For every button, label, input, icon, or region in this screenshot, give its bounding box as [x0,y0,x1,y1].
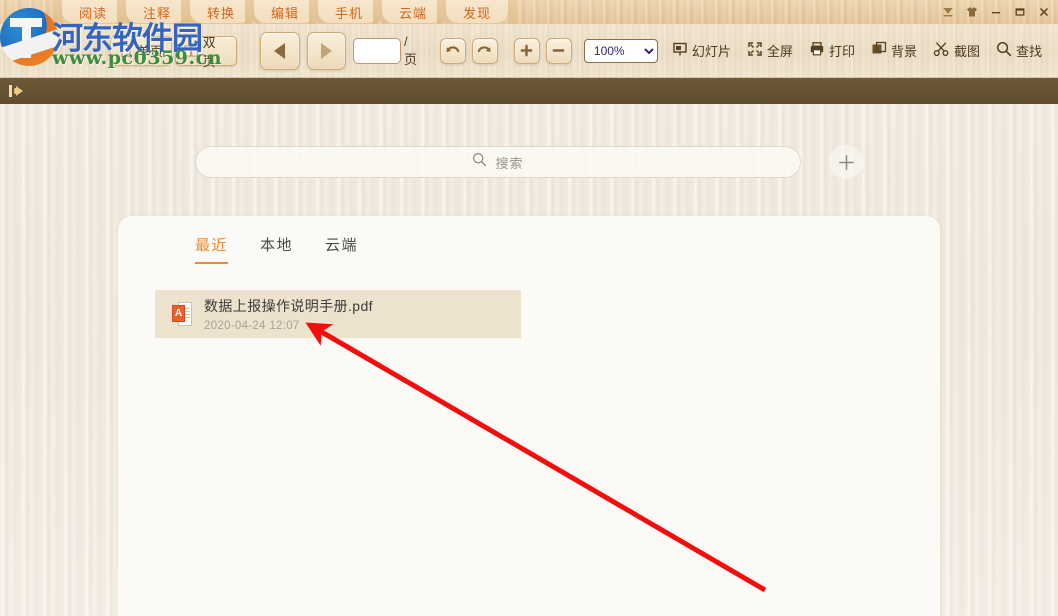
workspace: 搜索 最近 本地 云端 A 数据上报操作说明手册.pdf 2020-04- [0,104,1058,616]
chevron-right-icon [321,43,332,59]
fullscreen-label: 全屏 [767,41,793,60]
minimize-icon[interactable] [986,3,1006,21]
expand-sidebar-icon[interactable] [8,83,30,99]
zoom-level-select[interactable]: 50%75%100%125%150%200% [584,39,658,63]
file-name: 数据上报操作说明手册.pdf [204,296,373,316]
undo-button[interactable] [440,38,466,64]
chevron-left-icon [274,43,285,59]
screenshot-label: 截图 [954,41,980,60]
search-row: 搜索 [0,145,1058,179]
page-mode-group: 单页 双页 [110,36,240,66]
tab-annotate[interactable]: 注释 [126,0,188,24]
fullscreen-icon [747,41,763,60]
search-input[interactable]: 搜索 [195,146,801,178]
window-controls [938,2,1054,22]
card-tab-bar: 最近 本地 云端 [118,216,940,264]
tab-cloud[interactable]: 云端 [325,234,358,264]
double-page-label: 双页 [203,32,228,70]
zoom-out-button[interactable] [546,38,572,64]
single-page-button[interactable]: 单页 [110,36,172,66]
tab-edit[interactable]: 编辑 [254,0,316,24]
print-label: 打印 [829,41,855,60]
zoom-group: 50%75%100%125%150%200% [514,38,672,64]
page-nav-group: / 页 [260,32,440,70]
find-label: 查找 [1016,41,1042,60]
file-browser-card: 最近 本地 云端 A 数据上报操作说明手册.pdf 2020-04-24 12:… [118,216,940,616]
list-item[interactable]: A 数据上报操作说明手册.pdf 2020-04-24 12:07 [155,290,521,338]
tab-local[interactable]: 本地 [260,234,293,264]
zoom-in-button[interactable] [514,38,540,64]
slideshow-button[interactable]: 幻灯片 [672,41,731,60]
slideshow-label: 幻灯片 [692,41,731,60]
top-tab-strip: 阅读 注释 转换 编辑 手机 云端 发现 [0,0,1058,24]
main-toolbar: 单页 双页 / 页 [0,24,1058,78]
background-button[interactable]: 背景 [871,41,917,60]
print-button[interactable]: 打印 [809,41,855,60]
secondary-toolbar [0,78,1058,104]
history-group [440,38,504,64]
scissors-icon [933,41,950,60]
file-meta: 数据上报操作说明手册.pdf 2020-04-24 12:07 [204,296,373,332]
search-icon [472,152,487,172]
tools-group: 幻灯片 全屏 [672,41,1058,60]
background-label: 背景 [891,41,917,60]
page-number-input[interactable] [353,38,401,64]
maximize-icon[interactable] [1010,3,1030,21]
screenshot-button[interactable]: 截图 [933,41,980,60]
redo-button[interactable] [472,38,498,64]
search-placeholder: 搜索 [495,153,523,172]
tab-read[interactable]: 阅读 [62,0,124,24]
pdf-file-icon: A [172,302,192,326]
prev-page-button[interactable] [260,32,299,70]
fullscreen-button[interactable]: 全屏 [747,41,793,60]
slideshow-icon [672,41,688,60]
page-total-label: / 页 [404,34,424,68]
tab-list: 阅读 注释 转换 编辑 手机 云端 发现 [62,0,508,24]
next-page-button[interactable] [307,32,346,70]
tab-discover[interactable]: 发现 [446,0,508,24]
close-icon[interactable] [1034,3,1054,21]
printer-icon [809,41,825,60]
file-date: 2020-04-24 12:07 [204,320,373,332]
pdf-badge-label: A [172,305,185,322]
theme-shirt-icon[interactable] [962,3,982,21]
single-page-label: 单页 [137,41,163,60]
tab-mobile[interactable]: 手机 [318,0,380,24]
search-icon [996,41,1012,60]
background-icon [871,41,887,60]
skin-download-icon[interactable] [938,3,958,21]
double-page-button[interactable]: 双页 [175,36,237,66]
file-list: A 数据上报操作说明手册.pdf 2020-04-24 12:07 [118,290,940,338]
tab-cloud[interactable]: 云端 [382,0,444,24]
tab-recent[interactable]: 最近 [195,234,228,264]
find-button[interactable]: 查找 [996,41,1042,60]
add-file-button[interactable] [829,145,863,179]
tab-convert[interactable]: 转换 [190,0,252,24]
